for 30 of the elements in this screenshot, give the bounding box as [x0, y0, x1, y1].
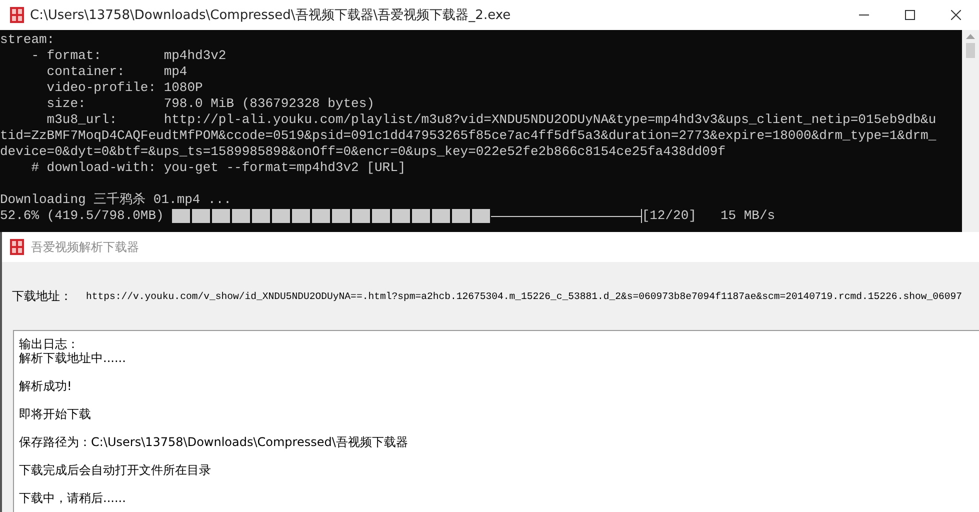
- log-line: 解析下载地址中......: [19, 351, 127, 365]
- console-line: device=0&dyt=0&btf=&ups_ts=1589985898&onOff=0&encr=0&ups_key=022e52fe2b866c8154ce25fa438dd09f: [0, 144, 727, 160]
- url-label: 下载地址：: [12, 288, 72, 304]
- console-line: video-profile: 1080P: [46, 80, 204, 96]
- console-line: container: mp4: [46, 64, 188, 80]
- log-line: 解析成功!: [19, 379, 73, 393]
- console-line: - format: mp4hd3v2: [30, 48, 228, 64]
- app-logo-icon: [10, 239, 24, 255]
- console-line: # download-with: you-get --format=mp4hd3v2 [URL]: [30, 160, 407, 176]
- log-line: 保存路径为：C:\Users\13758\Downloads\Compressed\吾视频下载器: [19, 435, 409, 449]
- console-line: m3u8_url: http://pl-ali.youku.com/playlist/m3u8?vid=XNDU5NDU2ODUyNA&type=mp4hd3v3&ups_client_netip=015eb9db&u: [46, 112, 938, 128]
- console-line: stream:: [0, 32, 56, 48]
- log-header: 输出日志：: [19, 337, 80, 351]
- log-line: 下载中，请稍后......: [19, 491, 127, 505]
- maximize-icon[interactable]: [905, 10, 915, 20]
- url-field[interactable]: https://v.youku.com/v_show/id_XNDU5NDU2ODUyNA==.html?spm=a2hcb.12675304.m_15226_c_53881.d_2&s=060973b8e7094f1187ae&scm=20140719.rcmd.15226.show_06097: [86, 290, 962, 302]
- scrollbar-thumb[interactable]: [966, 43, 975, 58]
- download-speed: 15 MB/s: [720, 208, 776, 224]
- window-title: 吾爱视频解析下载器: [31, 238, 139, 256]
- log-line: 下载完成后会自动打开文件所在目录: [19, 463, 212, 477]
- close-icon[interactable]: [951, 10, 961, 20]
- console-line: Downloading 三千鸦杀 01.mp4 ...: [0, 192, 232, 208]
- progress-text: 52.6% (419.5/798.0MB): [0, 208, 164, 224]
- progress-count: [12/20]: [642, 208, 696, 224]
- log-line: 即将开始下载: [19, 407, 92, 421]
- app-logo-icon: [10, 7, 24, 23]
- console-line: size: 798.0 MiB (836792328 bytes): [46, 96, 376, 112]
- console-line: tid=ZzBMF7MoqD4CAQFeudtMfPOM&ccode=0519&psid=091c1dd47953265f85ce7ac4ff5df5a3&duration=2773&expire=18000&drm_type=1&drm_: [0, 128, 938, 144]
- log-area[interactable]: 输出日志： 解析下载地址中...... 解析成功! 即将开始下载 保存路径为：C:\Users\13758\Downloads\Compressed\吾视频下载器 下载完成后会自动打开文件所在目录 下载中，请稍后......: [13, 330, 979, 512]
- window-title: C:\Users\13758\Downloads\Compressed\吾视频下载器\吾爱视频下载器_2.exe: [30, 7, 512, 24]
